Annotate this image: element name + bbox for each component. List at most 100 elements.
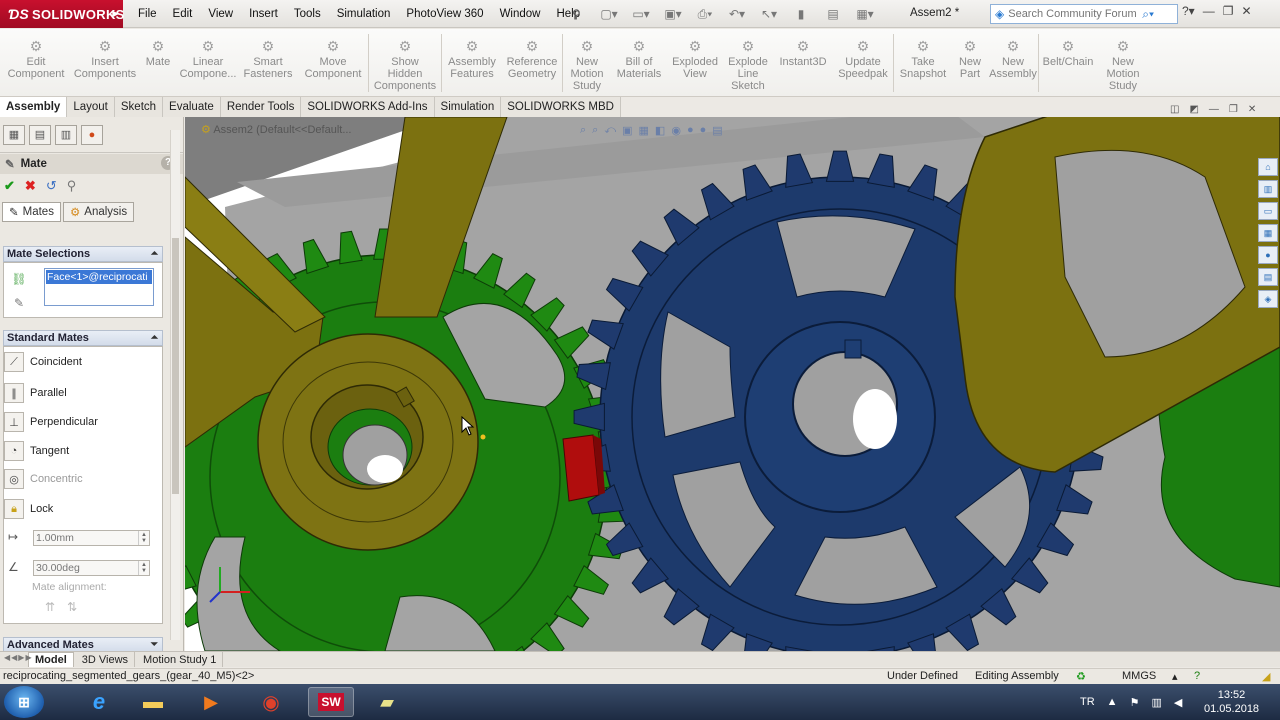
menu-simulation[interactable]: Simulation: [329, 8, 399, 20]
property-manager-icon[interactable]: ▤: [29, 124, 51, 145]
cmd-new-assembly[interactable]: ⚙ New Assembly: [988, 29, 1038, 97]
cmd-mate[interactable]: ⚙ Mate: [138, 29, 178, 97]
solidworks-logo[interactable]: ƊS SOLIDWORKS ▶: [0, 0, 124, 28]
hide-show-icon[interactable]: ◉: [671, 124, 681, 137]
angle-field[interactable]: 30.00deg ▲ ▼: [33, 560, 150, 576]
media-player-app[interactable]: ▶: [188, 687, 234, 717]
cmd-exploded-view[interactable]: ⚙ Exploded View: [667, 29, 723, 97]
cancel-icon[interactable]: ✖: [25, 178, 36, 194]
mate-concentric[interactable]: ◎ Concentric: [4, 468, 83, 490]
angle-spinner[interactable]: ▲ ▼: [138, 561, 149, 575]
open-icon[interactable]: ▭▾: [628, 5, 654, 23]
distance-spinner[interactable]: ▲ ▼: [138, 531, 149, 545]
cmd-belt-chain[interactable]: ⚙ Belt/Chain: [1039, 29, 1097, 97]
tab-model[interactable]: Model: [28, 652, 74, 667]
tab-motion-study-1[interactable]: Motion Study 1: [137, 652, 224, 667]
select-icon[interactable]: ↖▾: [756, 5, 782, 23]
entities-to-mate-field[interactable]: Face<1>@reciprocati: [44, 268, 154, 306]
tab-evaluate[interactable]: Evaluate: [163, 97, 221, 117]
cmd-linear-pattern[interactable]: ⚙ Linear Compone...: [178, 29, 238, 97]
tab-sketch[interactable]: Sketch: [115, 97, 164, 117]
cmd-assembly-features[interactable]: ⚙ Assembly Features: [442, 29, 502, 97]
previous-view-icon[interactable]: ⤺: [604, 124, 616, 137]
aligned-icon[interactable]: ⇈: [45, 600, 67, 614]
cmd-new-part[interactable]: ⚙ New Part: [952, 29, 988, 97]
menu-help[interactable]: Help: [548, 8, 588, 20]
pin-icon[interactable]: ⚲: [572, 7, 581, 21]
pin-dialog-icon[interactable]: ⚲: [67, 178, 77, 194]
anti-aligned-icon[interactable]: ⇅: [67, 600, 89, 614]
start-button[interactable]: ⊞: [4, 686, 44, 718]
design-library-icon[interactable]: ▥: [1258, 180, 1278, 198]
cmd-explode-line[interactable]: ⚙ Explode Line Sketch: [723, 29, 773, 97]
viewport-close-icon[interactable]: ✕: [1248, 104, 1256, 115]
expand-chevron-icon[interactable]: ⏷: [151, 639, 158, 650]
tab-3d-views[interactable]: 3D Views: [76, 652, 136, 667]
search-input[interactable]: [1008, 8, 1141, 20]
tab-nav-arrows[interactable]: ◀◀▶▶: [4, 653, 33, 662]
menu-tools[interactable]: Tools: [286, 8, 329, 20]
language-indicator[interactable]: TR: [1080, 696, 1095, 708]
display-manager-icon[interactable]: ●: [81, 124, 103, 145]
save-icon[interactable]: ▣▾: [660, 5, 686, 23]
menu-photoview[interactable]: PhotoView 360: [398, 8, 491, 20]
status-units[interactable]: MMGS: [1122, 670, 1156, 682]
menu-window[interactable]: Window: [492, 8, 549, 20]
tab-analysis[interactable]: ⚙ Analysis: [62, 202, 135, 222]
undo-icon[interactable]: ↺: [46, 178, 57, 194]
appearances-icon[interactable]: ●: [1258, 246, 1278, 264]
volume-icon[interactable]: ◀: [1174, 696, 1182, 709]
internet-explorer-app[interactable]: e: [76, 687, 122, 717]
cmd-motion-study[interactable]: ⚙ New Motion Study: [1097, 29, 1149, 97]
solidworks-forum-icon[interactable]: ◈: [1258, 290, 1278, 308]
cmd-instant3d[interactable]: ⚙ Instant3D: [773, 29, 833, 97]
view-orientation-icon[interactable]: ▦: [639, 124, 649, 137]
viewport-restore-icon[interactable]: ❐: [1229, 104, 1238, 115]
tab-mates[interactable]: ✎ Mates: [2, 202, 61, 222]
collapse-chevron-icon[interactable]: ⏶: [151, 248, 158, 259]
appearance-icon[interactable]: ●: [687, 124, 694, 137]
configuration-manager-icon[interactable]: ▥: [55, 124, 77, 145]
mate-perpendicular[interactable]: ⊥ Perpendicular: [4, 411, 98, 433]
panel-scrollbar[interactable]: [170, 130, 180, 640]
mate-selections-header[interactable]: Mate Selections ⏶: [3, 246, 163, 262]
section-view-icon[interactable]: ▣: [622, 124, 632, 137]
scrollbar-thumb[interactable]: [172, 238, 179, 494]
tab-assembly[interactable]: Assembly: [0, 97, 68, 117]
network-icon[interactable]: ▥: [1151, 696, 1161, 709]
graphics-area[interactable]: [185, 117, 1280, 651]
mate-lock[interactable]: 🔒︎ Lock: [4, 498, 53, 520]
cmd-move-component[interactable]: ⚙ Move Component: [298, 29, 368, 97]
cmd-insert-components[interactable]: ⚙ Insert Components: [72, 29, 138, 97]
menu-file[interactable]: File: [130, 8, 165, 20]
notes-app[interactable]: ▰: [364, 687, 410, 717]
cmd-edit-component[interactable]: ⚙ Edit Component: [0, 29, 72, 97]
file-explorer-app[interactable]: ▬: [130, 687, 176, 717]
solidworks-app[interactable]: SW: [308, 687, 354, 717]
maximize-icon[interactable]: ❐: [1223, 4, 1234, 18]
undo-icon[interactable]: ↶▾: [724, 5, 750, 23]
zoom-to-fit-icon[interactable]: ⌕: [580, 124, 586, 137]
cmd-speedpak[interactable]: ⚙ Update Speedpak: [833, 29, 893, 97]
minimize-icon[interactable]: —: [1203, 4, 1215, 18]
help-icon[interactable]: ?▾: [1182, 4, 1195, 18]
help-status-icon[interactable]: ?: [1194, 670, 1200, 682]
gear-assembly-model[interactable]: [185, 117, 1280, 651]
view-settings-icon[interactable]: ▤: [712, 124, 722, 137]
units-menu-arrow-icon[interactable]: ▴: [1172, 670, 1178, 683]
tab-render-tools[interactable]: Render Tools: [221, 97, 302, 117]
solidworks-resources-icon[interactable]: ⌂: [1258, 158, 1278, 176]
rebuild-status-icon[interactable]: ♻: [1076, 670, 1086, 683]
scene-icon[interactable]: ●: [700, 124, 707, 137]
feature-tree-icon[interactable]: ▦: [3, 124, 25, 145]
menu-view[interactable]: View: [200, 8, 241, 20]
display-style-icon[interactable]: ◧: [655, 124, 665, 137]
cmd-snapshot[interactable]: ⚙ Take Snapshot: [894, 29, 952, 97]
tab-addins[interactable]: SOLIDWORKS Add-Ins: [301, 97, 435, 117]
collapse-chevron-icon[interactable]: ⏶: [151, 332, 158, 343]
viewport-minimize-icon[interactable]: —: [1209, 104, 1219, 115]
new-document-icon[interactable]: ▢▾: [596, 5, 622, 23]
mate-coincident[interactable]: ⟋ Coincident: [4, 351, 82, 373]
file-properties-icon[interactable]: ▤: [820, 5, 846, 23]
mate-alignment-buttons[interactable]: ⇈⇅: [45, 600, 89, 614]
